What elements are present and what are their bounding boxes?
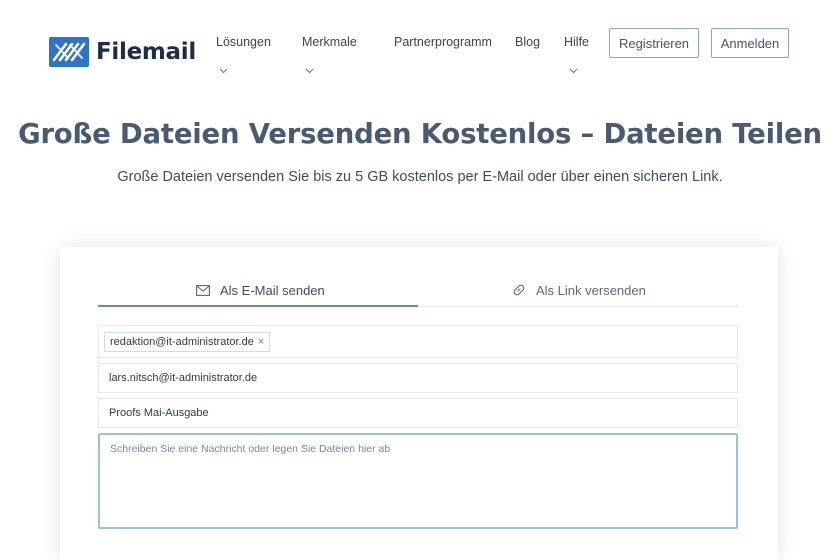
tab-send-link[interactable]: Als Link versenden [512, 280, 646, 300]
nav-item-partnerprogramm[interactable]: Partnerprogramm [394, 35, 492, 49]
nav-item-hilfe[interactable]: Hilfe [564, 35, 589, 49]
tab-label: Als Link versenden [536, 282, 646, 298]
message-textarea[interactable]: Schreiben Sie eine Nachricht oder legen … [98, 433, 738, 529]
page-title: Große Dateien Versenden Kostenlos – Date… [18, 118, 822, 150]
filemail-logo-icon [49, 37, 89, 67]
subject-field[interactable]: Proofs Mai-Ausgabe [98, 398, 738, 428]
chevron-down-icon[interactable] [569, 66, 578, 75]
login-button[interactable]: Anmelden [711, 28, 789, 58]
tab-send-email[interactable]: Als E-Mail senden [196, 280, 325, 300]
link-icon [513, 284, 525, 296]
nav-item-merkmale[interactable]: Merkmale [302, 35, 357, 49]
recipient-field[interactable]: redaktion@it-administrator.de × [98, 325, 738, 358]
page-subtitle: Große Dateien versenden Sie bis zu 5 GB … [117, 169, 723, 185]
chevron-down-icon[interactable] [219, 66, 228, 75]
tab-active-indicator [98, 305, 418, 307]
nav-item-loesungen[interactable]: Lösungen [216, 35, 271, 49]
send-form-card: Als E-Mail senden Als Link versenden red… [60, 247, 778, 560]
tab-label: Als E-Mail senden [220, 282, 325, 298]
remove-recipient-icon[interactable]: × [258, 336, 264, 348]
register-button[interactable]: Registrieren [609, 28, 699, 58]
filemail-logo[interactable]: Filemail [48, 36, 196, 68]
recipient-chip-label: redaktion@it-administrator.de [110, 335, 254, 348]
sender-email-field[interactable]: lars.nitsch@it-administrator.de [98, 363, 738, 393]
envelope-icon [196, 284, 210, 296]
brand-name: Filemail [96, 39, 196, 65]
chevron-down-icon[interactable] [305, 66, 314, 75]
recipient-chip[interactable]: redaktion@it-administrator.de × [104, 331, 271, 352]
nav-item-blog[interactable]: Blog [515, 35, 540, 49]
